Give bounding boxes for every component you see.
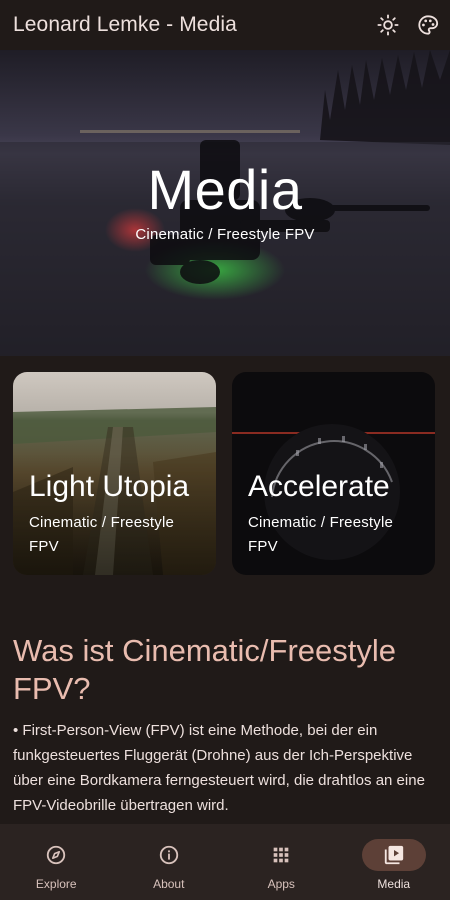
article-paragraph: • First-Person-View (FPV) ist eine Metho… <box>13 722 425 814</box>
app-actions <box>375 12 441 38</box>
article-heading: Was ist Cinematic/Freestyle FPV? <box>13 633 396 706</box>
nav-item-explore[interactable]: Explore <box>0 824 113 900</box>
nav-icon-container <box>24 839 88 871</box>
brightness-icon <box>377 14 399 36</box>
article-section: Was ist Cinematic/Freestyle FPV? • First… <box>13 632 437 820</box>
card-subtitle: Cinematic / Freestyle FPV <box>29 514 175 555</box>
nav-item-about[interactable]: About <box>113 824 226 900</box>
media-card-light-utopia[interactable]: Light Utopia Cinematic / Freestyle FPV <box>13 372 216 575</box>
hero-text: Media Cinematic / Freestyle FPV <box>0 158 450 244</box>
card-text: Accelerate Cinematic / Freestyle FPV <box>248 467 427 559</box>
article-body: • First-Person-View (FPV) ist eine Metho… <box>13 718 437 818</box>
nav-item-media[interactable]: Media <box>338 824 450 900</box>
app-title: Leonard Lemke - Media <box>13 13 237 36</box>
nav-label: Media <box>377 877 411 891</box>
nav-icon-container <box>137 839 201 871</box>
bottom-navigation: Explore About Apps Media <box>0 824 450 900</box>
hero-title: Media <box>147 158 303 221</box>
palette-button[interactable] <box>415 12 441 38</box>
nav-label: Apps <box>267 877 295 891</box>
grid-icon <box>273 847 289 863</box>
media-cards: Light Utopia Cinematic / Freestyle FPV A… <box>13 372 436 575</box>
hero-subtitle: Cinematic / Freestyle FPV <box>135 226 315 243</box>
media-card-accelerate[interactable]: Accelerate Cinematic / Freestyle FPV <box>232 372 435 575</box>
nav-label: Explore <box>35 877 77 891</box>
app-bar: Leonard Lemke - Media <box>0 0 450 50</box>
card-title: Accelerate <box>248 470 390 503</box>
nav-label: About <box>153 877 185 891</box>
card-title: Light Utopia <box>29 470 190 503</box>
hero-banner: Media Cinematic / Freestyle FPV <box>0 50 450 356</box>
info-icon <box>159 845 178 865</box>
nav-icon-container <box>249 839 313 871</box>
card-subtitle: Cinematic / Freestyle FPV <box>248 514 394 555</box>
nav-item-apps[interactable]: Apps <box>225 824 338 900</box>
compass-icon <box>47 845 66 865</box>
card-text: Light Utopia Cinematic / Freestyle FPV <box>29 467 208 559</box>
video-library-icon <box>384 845 403 865</box>
palette-icon <box>418 15 439 35</box>
theme-toggle-button[interactable] <box>375 12 401 38</box>
nav-icon-container <box>361 839 426 871</box>
